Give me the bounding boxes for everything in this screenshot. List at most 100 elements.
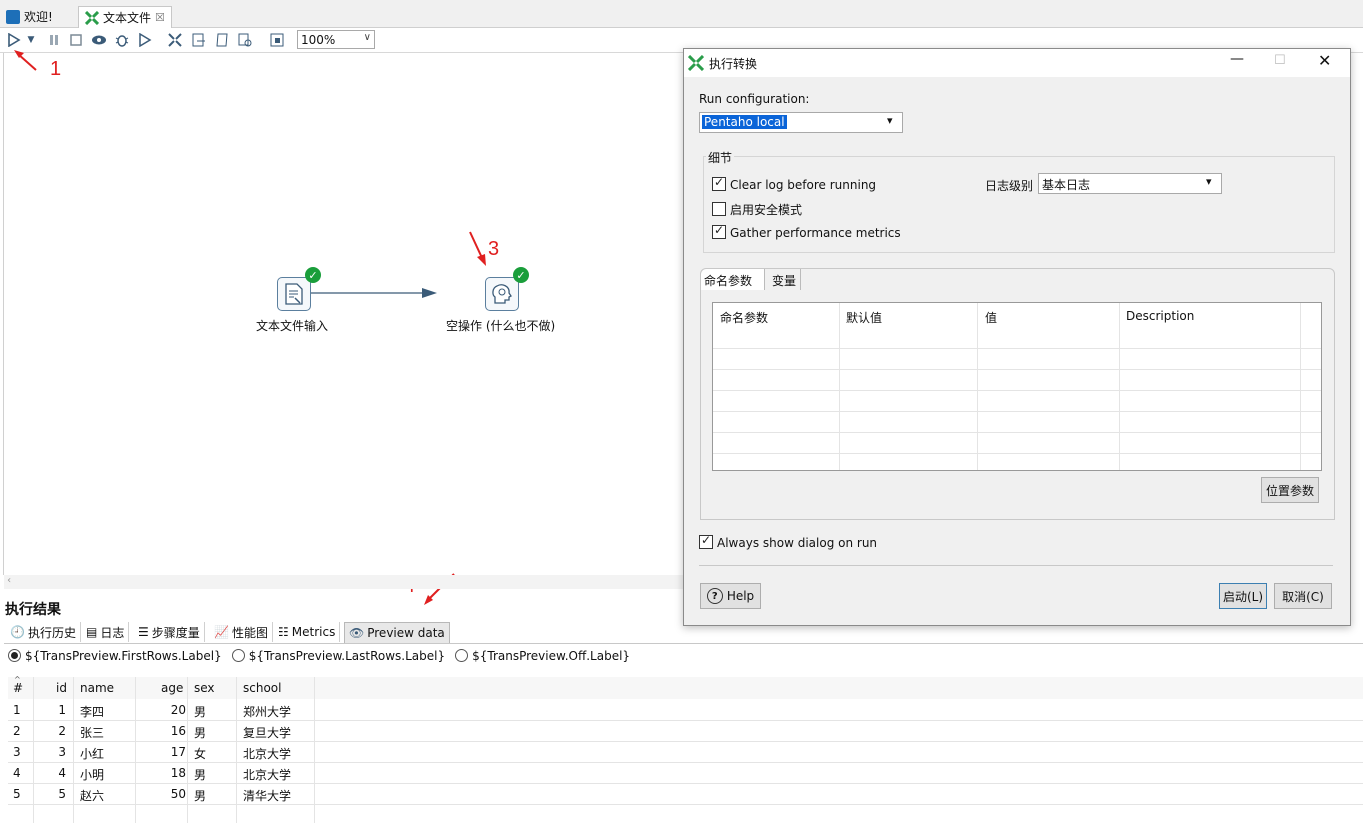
table-cell: 小明 <box>80 768 105 782</box>
step-dummy[interactable] <box>485 277 519 311</box>
verify-icon[interactable] <box>166 31 184 49</box>
tab-log[interactable]: ▤ 日志 <box>82 622 130 642</box>
chevron-down-icon: ▾ <box>1206 175 1212 188</box>
results-title: 执行结果 <box>5 602 61 618</box>
clock-icon: 🕘 <box>10 625 25 639</box>
stop-icon[interactable] <box>67 31 85 49</box>
minimize-icon[interactable]: — <box>1230 51 1244 67</box>
col-header-id[interactable]: id <box>56 681 67 695</box>
hop-arrow[interactable] <box>4 53 684 353</box>
table-cell: 郑州大学 <box>243 705 292 719</box>
table-row[interactable]: 5 5 赵六 50 男 清华大学 <box>8 783 1363 804</box>
radio-first-rows[interactable]: ${TransPreview.FirstRows.Label} <box>8 649 222 663</box>
numbered-list-icon: ☰ <box>138 625 149 639</box>
dialog-title: 执行转换 <box>709 57 758 71</box>
zoom-select[interactable]: 100% ∨ <box>297 30 375 49</box>
tab-metrics[interactable]: ☷ Metrics <box>274 622 341 642</box>
help-button[interactable]: ? Help <box>700 583 761 609</box>
metrics-icon: ☷ <box>278 625 289 639</box>
col-header-school[interactable]: school <box>243 681 281 695</box>
log-level-select[interactable]: 基本日志 ▾ <box>1038 173 1222 194</box>
tab-named-params-label: 命名参数 <box>704 274 753 288</box>
transformation-icon <box>688 55 704 71</box>
tab-step-metrics[interactable]: ☰ 步骤度量 <box>134 622 205 642</box>
radio-off-label: ${TransPreview.Off.Label} <box>472 649 631 663</box>
table-cell: 4 <box>58 766 66 780</box>
col-header-sex[interactable]: sex <box>194 681 215 695</box>
radio-icon <box>231 649 245 662</box>
pause-icon[interactable] <box>45 31 63 49</box>
col-header-param-name: 命名参数 <box>720 311 769 325</box>
tab-text-file[interactable]: 文本文件 ☒ <box>78 6 172 28</box>
radio-last-rows[interactable]: ${TransPreview.LastRows.Label} <box>231 649 446 663</box>
tab-variables[interactable]: 变量 <box>767 269 801 290</box>
line-chart-icon: 📈 <box>214 625 229 639</box>
tab-performance-graph-label: 性能图 <box>231 625 268 640</box>
log-level-label: 日志级别 <box>985 179 1034 193</box>
position-params-button[interactable]: 位置参数 <box>1261 477 1319 503</box>
table-row[interactable]: 2 2 张三 16 男 复旦大学 <box>8 720 1363 741</box>
close-icon[interactable]: ✕ <box>1318 51 1331 70</box>
step-text-file-input-label: 文本文件输入 <box>256 319 329 333</box>
debug-bug-icon[interactable] <box>113 31 131 49</box>
table-row[interactable]: 4 4 小明 18 男 北京大学 <box>8 762 1363 783</box>
start-button[interactable]: 启动(L) <box>1219 583 1267 609</box>
clear-log-checkbox[interactable]: Clear log before running <box>712 175 876 192</box>
tab-named-params[interactable]: 命名参数 <box>701 269 765 290</box>
explore-db-icon[interactable] <box>236 31 254 49</box>
close-tab-icon[interactable]: ☒ <box>155 11 165 24</box>
params-table[interactable]: 命名参数 默认值 值 Description <box>712 302 1322 471</box>
text-file-input-icon <box>285 283 303 305</box>
preview-mode-radios: ${TransPreview.FirstRows.Label} ${TransP… <box>8 647 630 665</box>
row-separator <box>8 804 1363 805</box>
cancel-button[interactable]: 取消(C) <box>1274 583 1332 609</box>
table-cell: 2 <box>13 724 21 738</box>
table-cell: 北京大学 <box>243 768 292 782</box>
table-cell: 50 <box>170 787 186 801</box>
dialog-titlebar: 执行转换 — ☐ ✕ <box>684 49 1350 77</box>
preview-eye-icon[interactable] <box>90 31 108 49</box>
col-header-index[interactable]: # <box>13 681 23 695</box>
table-cell: 复旦大学 <box>243 726 292 740</box>
radio-icon <box>455 649 469 662</box>
canvas-horizontal-scrollbar[interactable]: ‹ <box>4 575 684 589</box>
run-icon[interactable] <box>5 31 23 49</box>
replay-icon[interactable] <box>136 31 154 49</box>
run-options-dropdown-icon[interactable]: ▼ <box>25 31 37 49</box>
tab-welcome[interactable]: 欢迎! <box>0 6 59 27</box>
tab-log-label: 日志 <box>100 625 125 640</box>
table-cell: 女 <box>194 747 207 761</box>
pentaho-logo-icon <box>6 9 20 24</box>
gather-metrics-checkbox[interactable]: Gather performance metrics <box>712 223 901 240</box>
execute-transformation-dialog: 执行转换 — ☐ ✕ Run configuration: Pentaho lo… <box>683 48 1351 626</box>
sql-script-icon[interactable] <box>213 31 231 49</box>
table-cell: 男 <box>194 789 207 803</box>
impact-analysis-icon[interactable] <box>190 31 208 49</box>
step-text-file-input[interactable] <box>277 277 311 311</box>
radio-off[interactable]: ${TransPreview.Off.Label} <box>455 649 630 663</box>
always-show-checkbox[interactable]: Always show dialog on run <box>699 533 877 550</box>
tab-performance-graph[interactable]: 📈 性能图 <box>210 622 273 642</box>
table-row[interactable]: 3 3 小红 17 女 北京大学 <box>8 741 1363 762</box>
col-header-age[interactable]: age <box>161 681 183 695</box>
table-cell: 3 <box>58 745 66 759</box>
run-config-select[interactable]: Pentaho local ▾ <box>699 112 903 133</box>
table-cell: 北京大学 <box>243 747 292 761</box>
tab-preview-data[interactable]: 👁 Preview data <box>344 622 450 643</box>
table-cell: 16 <box>170 724 186 738</box>
chevron-down-icon: ▾ <box>887 114 893 127</box>
table-cell: 2 <box>58 724 66 738</box>
table-cell: 4 <box>13 766 21 780</box>
safe-mode-checkbox[interactable]: 启用安全模式 <box>712 201 802 218</box>
radio-last-rows-label: ${TransPreview.LastRows.Label} <box>248 649 446 663</box>
chevron-down-icon: ∨ <box>363 32 371 43</box>
table-cell: 3 <box>13 745 21 759</box>
col-header-name[interactable]: name <box>80 681 114 695</box>
table-row[interactable]: 1 1 李四 20 男 郑州大学 <box>8 699 1363 720</box>
checkbox-unchecked-icon <box>712 202 726 216</box>
tab-exec-history[interactable]: 🕘 执行历史 <box>6 622 81 642</box>
checkbox-checked-icon <box>712 175 726 191</box>
table-cell: 1 <box>13 703 21 717</box>
show-results-icon[interactable] <box>268 31 286 49</box>
radio-icon <box>8 649 21 662</box>
